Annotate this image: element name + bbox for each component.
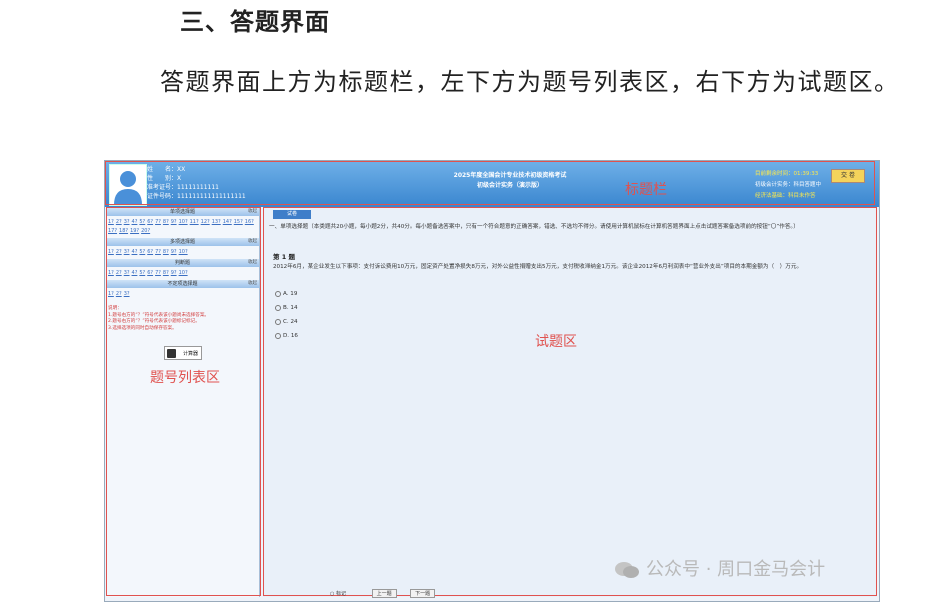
section-heading: 三、答题界面 [180,7,330,36]
prev-button[interactable]: 上一题 [371,589,397,598]
wechat-icon [614,560,640,580]
left-panel-outline [106,207,261,596]
intro-paragraph: 答题界面上方为标题栏，左下方为题号列表区，右下方为试题区。 [160,68,900,96]
exam-ui-screenshot: 姓 名：XX 性 别：X 准考证号：11111111111 证件号码：11111… [104,160,880,602]
watermark: 公众号 · 周口金马会计 [614,555,825,581]
next-button[interactable]: 下一题 [410,589,436,598]
title-bar-label: 标题栏 [625,182,667,198]
right-panel-outline [263,207,877,596]
title-bar-outline [105,161,875,205]
bottom-nav: ○ 标记 上一题 下一题 [330,589,447,598]
mark-checkbox[interactable]: ○ 标记 [330,590,358,597]
